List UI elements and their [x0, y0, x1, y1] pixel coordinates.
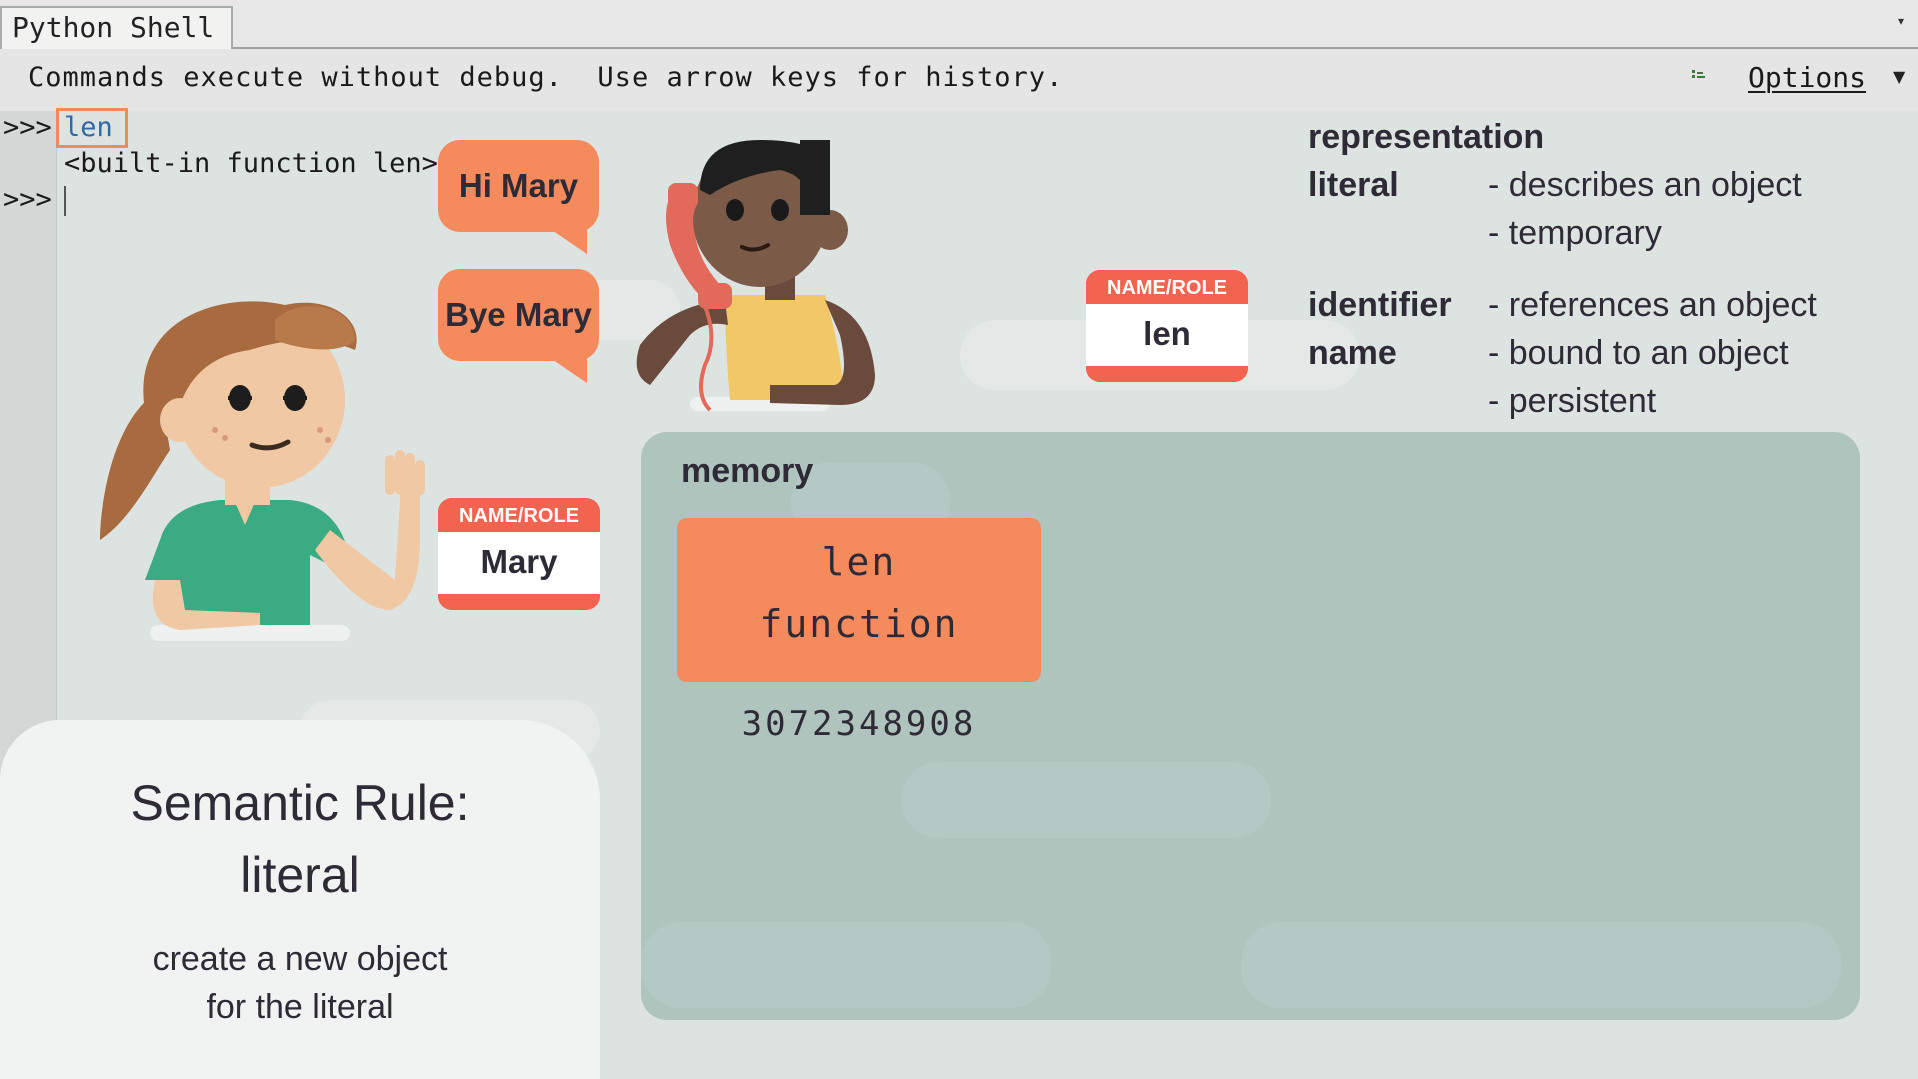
speech-bubble-bye: Bye Mary [438, 269, 599, 383]
options-menu-button[interactable]: Options [1748, 61, 1866, 94]
glossary-point: - bound to an object [1488, 334, 1789, 372]
memory-object-type: function [759, 602, 959, 646]
console-prompt: >>> [3, 112, 52, 143]
shell-hint-text: Commands execute without debug. Use arro… [28, 62, 1064, 93]
glossary-term-literal: literal [1308, 166, 1399, 204]
name-tag-mary: NAME/ROLE Mary [438, 498, 600, 610]
boy-on-phone-illustration [636, 140, 875, 412]
bg-streak [901, 762, 1271, 838]
name-tag-name: Mary [438, 532, 600, 594]
speech-bubble-tail [543, 224, 587, 254]
name-tag-footer [438, 594, 600, 610]
name-tag-footer [1086, 366, 1248, 382]
name-tag-name: len [1086, 304, 1248, 366]
tab-python-shell[interactable]: Python Shell [0, 6, 233, 49]
console-output: <built-in function len> [64, 148, 438, 179]
rule-title-line2: literal [240, 847, 360, 903]
girl-waving-illustration [100, 301, 425, 641]
bg-streak [641, 922, 1051, 1008]
glossary-point: - persistent [1488, 382, 1657, 420]
name-tag-header: NAME/ROLE [1086, 270, 1248, 304]
speech-bubble-hi: Hi Mary [438, 140, 599, 254]
name-tag-len: NAME/ROLE len [1086, 270, 1248, 382]
tab-label: Python Shell [12, 11, 215, 44]
glossary-term-name: name [1308, 334, 1397, 372]
glossary-heading: representation [1308, 118, 1545, 156]
text-cursor[interactable] [64, 186, 66, 216]
rule-desc-line1: create a new object [152, 940, 448, 978]
tab-bar: Python Shell ▾ [0, 0, 1918, 49]
tab-menu-caret-icon[interactable]: ▾ [1898, 14, 1904, 28]
glossary-point: - describes an object [1488, 166, 1802, 204]
glossary-point: - temporary [1488, 214, 1662, 252]
speech-bubble-hi-text: Hi Mary [458, 167, 579, 204]
memory-address: 3072348908 [741, 704, 977, 744]
options-settings-icon[interactable] [1690, 67, 1708, 85]
speech-bubble-bye-text: Bye Mary [445, 296, 592, 333]
name-tag-header: NAME/ROLE [438, 498, 600, 532]
memory-panel: memory len function 3072348908 [641, 432, 1860, 1020]
memory-object-box: len function [677, 518, 1041, 682]
rule-desc-line2: for the literal [206, 988, 394, 1026]
memory-title: memory [681, 452, 814, 490]
semantic-rule-card: Semantic Rule: literal create a new obje… [0, 720, 600, 1079]
rule-title-line1: Semantic Rule: [130, 775, 470, 831]
speech-bubble-tail [543, 353, 587, 383]
glossary-term-identifier: identifier [1308, 286, 1452, 324]
console-command[interactable]: len [64, 112, 113, 143]
options-caret-icon[interactable]: ▼ [1893, 67, 1905, 86]
glossary-point: - references an object [1488, 286, 1817, 324]
console-prompt-active: >>> [3, 184, 52, 215]
shell-toolbar: Commands execute without debug. Use arro… [0, 49, 1918, 111]
bg-streak [1241, 922, 1841, 1008]
memory-object-name: len [821, 540, 897, 584]
